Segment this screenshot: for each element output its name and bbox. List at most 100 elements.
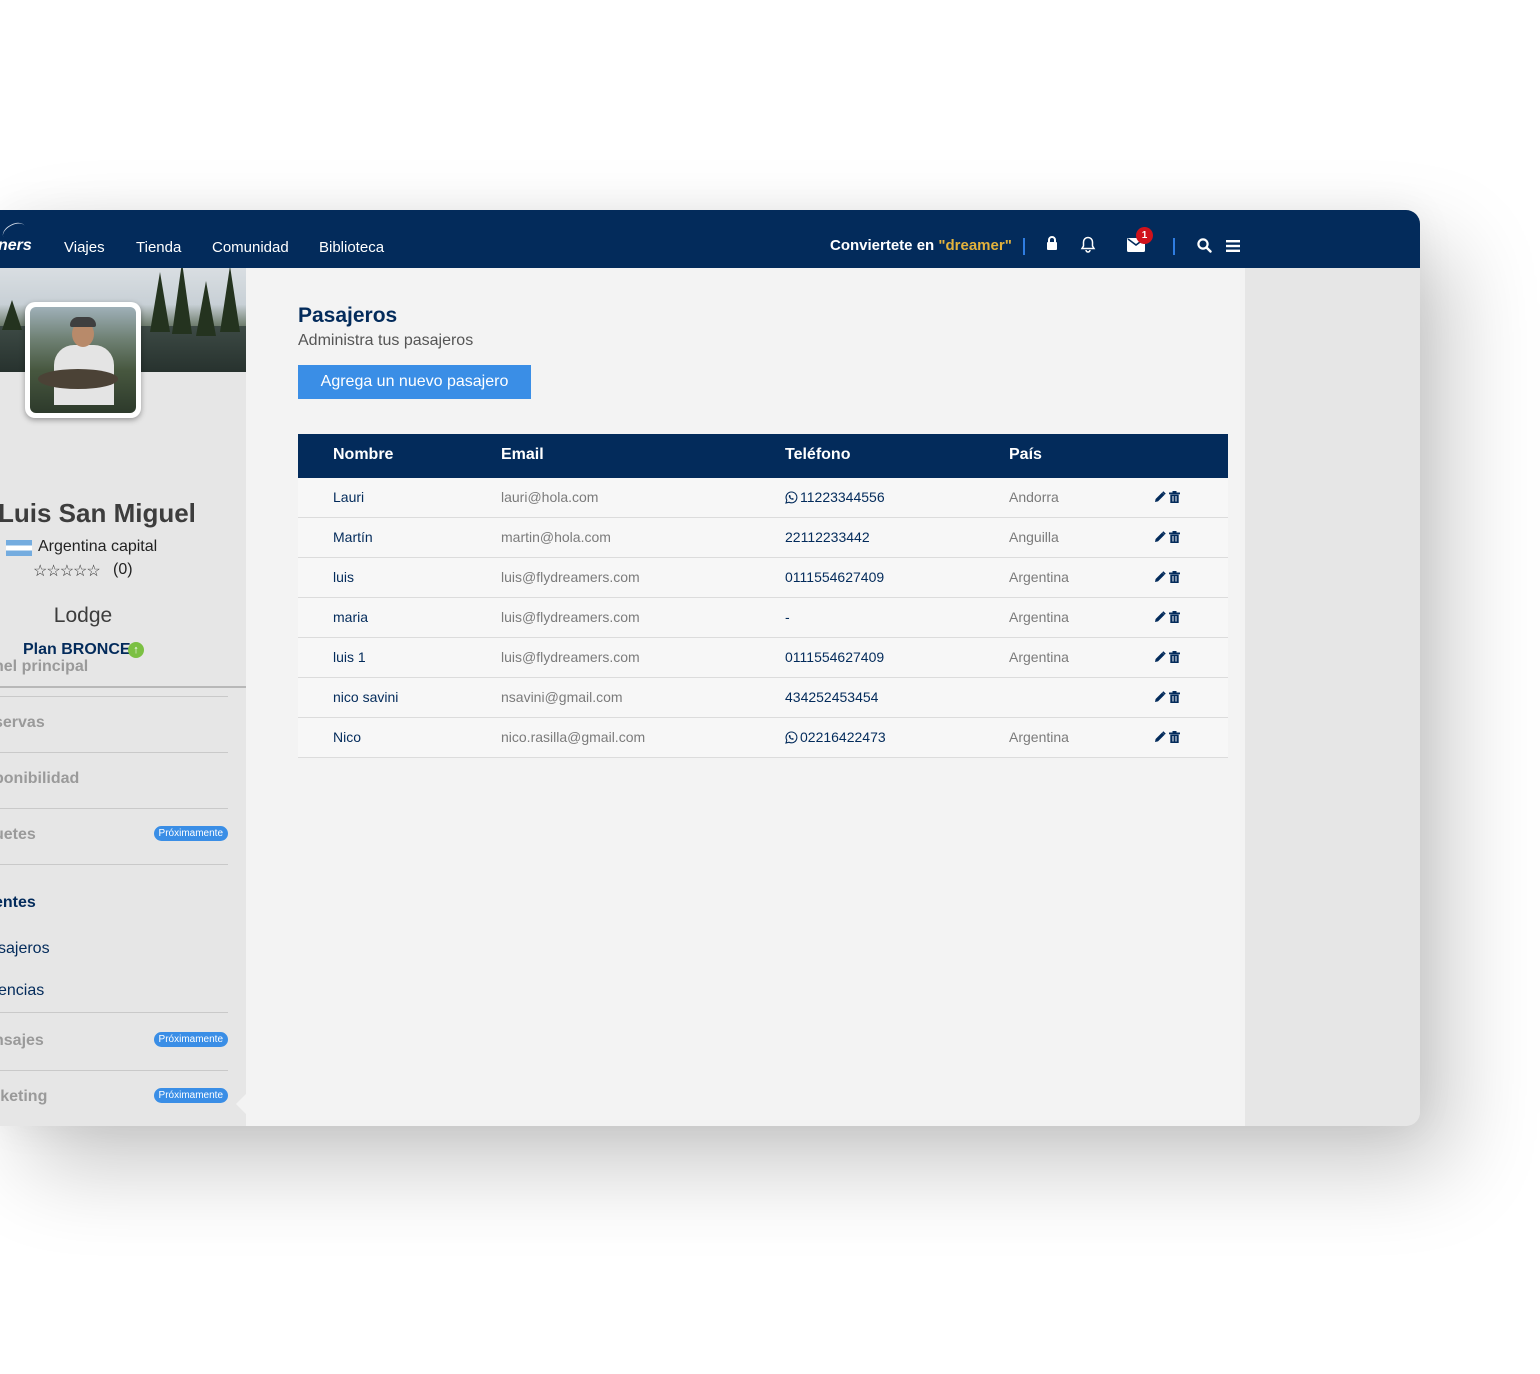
table-row: maria luis@flydreamers.com - Argentina <box>298 598 1228 638</box>
sidebar-item-panel-principal[interactable]: nel principal <box>0 640 228 697</box>
right-gutter <box>1245 268 1420 1126</box>
add-passenger-button[interactable]: Agrega un nuevo pasajero <box>298 365 531 399</box>
table-row: nico savini nsavini@gmail.com 434252453454 <box>298 678 1228 718</box>
passenger-name: luis <box>333 569 355 585</box>
passenger-email: lauri@hola.com <box>501 489 599 505</box>
table-header: Nombre Email Teléfono País <box>298 434 1228 478</box>
sidebar-item-label: rketing <box>0 1088 48 1105</box>
cover-tree <box>2 300 22 330</box>
phone-number: 22112233442 <box>785 529 870 545</box>
sidebar-item-reservas[interactable]: servas <box>0 696 228 753</box>
logo[interactable]: ners <box>0 237 32 255</box>
passenger-phone: 434252453454 <box>785 689 878 705</box>
phone-number: 02216422473 <box>800 729 886 745</box>
delete-trash-icon[interactable] <box>1169 610 1180 628</box>
passenger-email: luis@flydreamers.com <box>501 569 640 585</box>
edit-pencil-icon[interactable] <box>1154 610 1166 628</box>
sidebar-item-label: servas <box>0 714 45 731</box>
table-row: Lauri lauri@hola.com 11223344556 Andorra <box>298 478 1228 518</box>
profile-role: Lodge <box>53 604 113 627</box>
sidebar-subitem-pasajeros[interactable]: sajeros <box>0 940 50 958</box>
avatar[interactable] <box>25 302 141 418</box>
edit-pencil-icon[interactable] <box>1154 690 1166 708</box>
passenger-phone: 02216422473 <box>785 729 886 745</box>
delete-trash-icon[interactable] <box>1169 650 1180 668</box>
delete-trash-icon[interactable] <box>1169 530 1180 548</box>
passenger-name: maria <box>333 609 369 625</box>
sidebar-item-paquetes[interactable]: uetes Próximamente <box>0 808 228 865</box>
profile-location: Argentina capital <box>38 538 158 555</box>
page-subtitle: Administra tus pasajeros <box>298 332 474 349</box>
nav-separator <box>1173 238 1175 255</box>
cover-tree <box>220 268 240 332</box>
nav-separator <box>1023 238 1025 255</box>
messages-badge: 1 <box>1136 227 1153 244</box>
passengers-table: Nombre Email Teléfono País Lauri lauri@ho… <box>298 434 1228 758</box>
phone-number: 11223344556 <box>800 489 885 505</box>
delete-trash-icon[interactable] <box>1169 690 1180 708</box>
sidebar-subitem-agencias[interactable]: encias <box>0 982 44 1000</box>
delete-trash-icon[interactable] <box>1169 730 1180 748</box>
star-rating: ☆☆☆☆☆ <box>33 563 101 580</box>
nav-link-biblioteca[interactable]: Biblioteca <box>319 239 384 256</box>
passenger-country: Argentina <box>1009 649 1069 665</box>
whatsapp-icon <box>785 489 800 505</box>
app-window: ners Viajes Tienda Comunidad Biblioteca … <box>0 210 1420 1126</box>
phone-number: 0111554627409 <box>785 649 885 665</box>
passenger-country: Anguilla <box>1009 529 1059 545</box>
top-navbar: ners Viajes Tienda Comunidad Biblioteca … <box>0 210 1420 268</box>
passenger-country: Argentina <box>1009 729 1069 745</box>
coming-soon-badge: Próximamente <box>153 1032 228 1047</box>
nav-link-viajes[interactable]: Viajes <box>64 239 105 256</box>
edit-pencil-icon[interactable] <box>1154 490 1166 508</box>
sidebar-item-mensajes[interactable]: nsajes Próximamente <box>0 1014 228 1071</box>
sidebar: Luis San Miguel Argentina capital ☆☆☆☆☆ … <box>0 268 247 1126</box>
nav-link-tienda[interactable]: Tienda <box>136 239 181 256</box>
passenger-email: luis@flydreamers.com <box>501 649 640 665</box>
table-row: luis 1 luis@flydreamers.com 0111554627409 A… <box>298 638 1228 678</box>
whatsapp-icon <box>785 729 800 745</box>
bell-icon[interactable] <box>1080 236 1096 258</box>
edit-pencil-icon[interactable] <box>1154 650 1166 668</box>
edit-pencil-icon[interactable] <box>1154 570 1166 588</box>
passenger-phone: 22112233442 <box>785 529 870 545</box>
coming-soon-badge: Próximamente <box>153 1088 228 1103</box>
edit-pencil-icon[interactable] <box>1154 730 1166 748</box>
column-header-country: País <box>1009 446 1042 463</box>
become-dreamer-link[interactable]: Conviertete en "dreamer" <box>830 237 1012 254</box>
become-dreamer-prefix: Conviertete en <box>830 237 939 254</box>
sidebar-divider <box>0 1012 228 1013</box>
sidebar-item-clientes[interactable]: entes <box>0 894 36 912</box>
cover-tree <box>172 268 192 334</box>
delete-trash-icon[interactable] <box>1169 490 1180 508</box>
become-dreamer-accent: "dreamer" <box>938 237 1012 254</box>
sidebar-item-label: nel principal <box>0 658 89 675</box>
sidebar-item-label: nsajes <box>0 1032 44 1049</box>
sidebar-item-label: ponibilidad <box>0 770 80 787</box>
cover-tree <box>196 281 216 336</box>
page-title: Pasajeros <box>298 304 398 327</box>
passenger-country: Andorra <box>1009 489 1059 505</box>
passenger-country: Argentina <box>1009 609 1069 625</box>
passenger-name: Martín <box>333 529 373 545</box>
hamburger-menu-icon[interactable] <box>1226 239 1240 257</box>
passenger-phone: - <box>785 609 790 625</box>
table-body: Lauri lauri@hola.com 11223344556 Andorra Mar… <box>298 478 1228 758</box>
phone-number: 0111554627409 <box>785 569 885 585</box>
column-header-email: Email <box>501 446 544 463</box>
nav-link-comunidad[interactable]: Comunidad <box>212 239 289 256</box>
sidebar-item-disponibilidad[interactable]: ponibilidad <box>0 752 228 809</box>
table-row: Martín martin@hola.com 22112233442 Anguilla <box>298 518 1228 558</box>
edit-pencil-icon[interactable] <box>1154 530 1166 548</box>
lock-icon[interactable] <box>1046 236 1058 256</box>
table-row: Nico nico.rasilla@gmail.com 02216422473 Arg… <box>298 718 1228 758</box>
delete-trash-icon[interactable] <box>1169 570 1180 588</box>
phone-number: 434252453454 <box>785 689 879 705</box>
rating-count: (0) <box>113 561 133 578</box>
sidebar-item-marketing[interactable]: rketing Próximamente <box>0 1070 228 1126</box>
column-header-name: Nombre <box>333 446 394 463</box>
avatar-photo <box>30 307 136 413</box>
passenger-country: Argentina <box>1009 569 1069 585</box>
search-icon[interactable] <box>1197 238 1212 258</box>
passenger-email: nico.rasilla@gmail.com <box>501 729 646 745</box>
